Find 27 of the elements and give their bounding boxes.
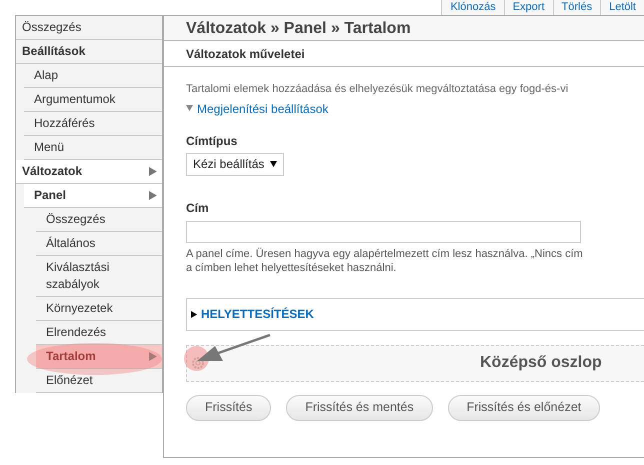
section-title: Változatok műveletei	[164, 41, 644, 67]
caret-icon	[270, 160, 278, 168]
description: Tartalomi elemek hozzáadása és elhelyezésük megváltoztatása egy fogd-és-vi	[186, 82, 570, 97]
update-button[interactable]: Frissítés és mentés	[286, 394, 433, 420]
display-settings-link[interactable]: Megjelenítési beállítások	[186, 100, 328, 118]
tab[interactable]: Törlés	[552, 0, 600, 15]
field-label: Címtípus	[186, 132, 238, 150]
title-type-select[interactable]: Kézi beállítás	[186, 152, 284, 176]
sidebar-item[interactable]: Panel	[24, 184, 162, 208]
triangle-right-icon	[149, 352, 158, 361]
region-title: Középső oszlop	[480, 353, 602, 373]
update-button[interactable]: Frissítés	[186, 394, 272, 420]
update-button[interactable]: Frissítés és előnézet	[448, 394, 600, 420]
title-input[interactable]	[186, 220, 581, 242]
tab[interactable]: Letölt	[600, 0, 644, 15]
tab[interactable]: Export	[504, 0, 553, 15]
help-text: a címben lehet helyettesítéseket használni.	[186, 260, 398, 274]
help-text: A panel címe. Üresen hagyva egy alapértelmezett cím lesz használva. „Nincs cím	[186, 246, 584, 260]
substitutions-fieldset[interactable]: HELYETTESÍTÉSEK	[186, 298, 644, 330]
gear-icon	[191, 356, 205, 370]
sidebar-item[interactable]: Tartalom	[36, 345, 162, 369]
field-label: Cím	[186, 200, 210, 216]
sidebar-item[interactable]: Változatok	[16, 160, 162, 184]
triangle-right-icon	[149, 167, 158, 176]
page-title: Változatok » Panel » Tartalom	[164, 16, 644, 41]
tab[interactable]: Klónozás	[441, 0, 504, 15]
triangle-right-icon	[149, 191, 158, 200]
